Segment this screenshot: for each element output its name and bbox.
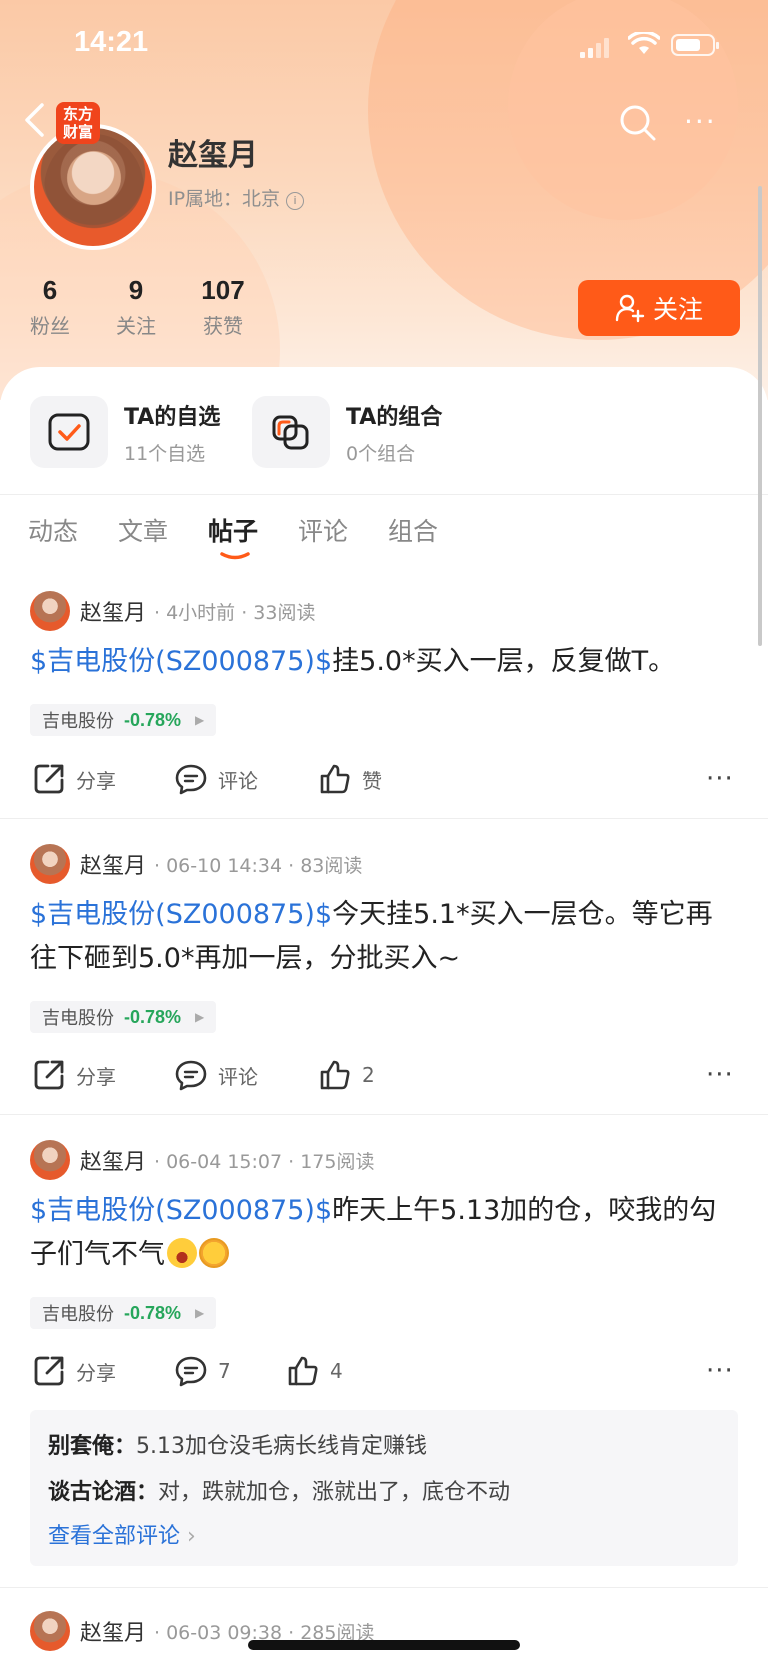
stock-tag[interactable]: 吉电股份 -0.78% ▶: [30, 1297, 217, 1329]
comment-button[interactable]: 评论: [174, 1058, 258, 1092]
view-all-comments-link[interactable]: 查看全部评论 ›: [48, 1516, 720, 1558]
more-options-icon[interactable]: ···: [684, 108, 717, 136]
comment-button[interactable]: 7: [174, 1354, 231, 1388]
smiling-emoji-icon: [199, 1238, 229, 1268]
tab-articles[interactable]: 文章: [118, 512, 168, 548]
share-icon: [34, 1356, 64, 1386]
post-author-avatar[interactable]: [30, 844, 70, 884]
more-options-icon[interactable]: ···: [706, 1060, 734, 1090]
quick-link-subtitle: 0个组合: [346, 442, 416, 465]
comment-line: 谈古论酒：对，跌就加仓，涨就出了，底仓不动: [48, 1480, 511, 1505]
post-author-avatar[interactable]: [30, 591, 70, 631]
battery-icon: [671, 34, 719, 56]
divider: [0, 818, 768, 819]
quick-link-subtitle: 11个自选: [124, 442, 206, 465]
stat-following[interactable]: 9 关注: [112, 275, 160, 339]
thumbs-up-icon: [320, 1060, 350, 1090]
portfolio-icon: [272, 415, 309, 450]
status-time: 14:21: [74, 26, 149, 58]
comment-icon: [175, 1060, 207, 1091]
divider: [0, 494, 768, 495]
share-button[interactable]: 分享: [32, 1354, 116, 1388]
tab-posts[interactable]: 帖子: [208, 512, 258, 548]
post-meta: · 06-04 15:07 · 175阅读: [154, 1150, 375, 1173]
tab-dynamics[interactable]: 动态: [28, 512, 78, 548]
chevron-right-icon: ▶: [195, 1306, 205, 1320]
add-user-icon: [615, 294, 645, 323]
quick-link-portfolio[interactable]: TA的组合 0个组合: [252, 396, 442, 468]
comment-button[interactable]: 评论: [174, 762, 258, 796]
like-button[interactable]: 4: [286, 1354, 343, 1388]
price-change: -0.78%: [124, 1302, 182, 1323]
post-author-name[interactable]: 赵玺月: [80, 595, 146, 627]
home-indicator[interactable]: [248, 1640, 520, 1650]
stock-tag[interactable]: 吉电股份 -0.78% ▶: [30, 704, 217, 736]
stat-fans[interactable]: 6 粉丝: [28, 275, 72, 339]
quick-link-title: TA的自选: [124, 404, 221, 430]
share-button[interactable]: 分享: [32, 762, 116, 796]
more-options-icon[interactable]: ···: [706, 1356, 734, 1386]
post-author-name[interactable]: 赵玺月: [80, 1144, 146, 1176]
chevron-right-icon: ▶: [195, 713, 205, 727]
more-options-icon[interactable]: ···: [706, 764, 734, 794]
post-author-avatar[interactable]: [30, 1611, 70, 1651]
scrollbar[interactable]: [758, 186, 762, 646]
thumbs-up-icon: [288, 1356, 318, 1386]
wifi-icon: [628, 32, 660, 54]
comment-line: 别套俺：5.13加仓没毛病长线肯定赚钱: [48, 1434, 428, 1459]
divider: [0, 1587, 768, 1588]
quick-link-watchlist[interactable]: TA的自选 11个自选: [30, 396, 220, 468]
post-author-avatar[interactable]: [30, 1140, 70, 1180]
back-arrow-icon[interactable]: [22, 102, 48, 138]
stock-link[interactable]: $吉电股份(SZ000875)$: [30, 1195, 332, 1226]
ip-location: IP属地：北京 i: [168, 184, 305, 211]
share-button[interactable]: 分享: [32, 1058, 116, 1092]
post-meta: · 4小时前 · 33阅读: [154, 601, 316, 624]
comment-preview[interactable]: 别套俺：5.13加仓没毛病长线肯定赚钱 谈古论酒：对，跌就加仓，涨就出了，底仓不…: [30, 1410, 738, 1566]
laughing-emoji-icon: [167, 1238, 197, 1268]
watchlist-check-icon: [48, 413, 90, 451]
stock-link[interactable]: $吉电股份(SZ000875)$: [30, 899, 332, 930]
quick-link-title: TA的组合: [346, 404, 443, 430]
post-meta: · 06-10 14:34 · 83阅读: [154, 854, 363, 877]
post-content[interactable]: $吉电股份(SZ000875)$今天挂5.1*买入一层仓。等它再往下砸到5.0*…: [30, 893, 730, 981]
signal-icon: [580, 38, 609, 58]
stock-link[interactable]: $吉电股份(SZ000875)$: [30, 646, 332, 677]
divider: [0, 1114, 768, 1115]
active-tab-indicator: [220, 552, 250, 560]
info-icon[interactable]: i: [286, 192, 305, 210]
profile-name: 赵玺月: [168, 138, 258, 173]
post-author-name[interactable]: 赵玺月: [80, 1615, 146, 1647]
stock-tag[interactable]: 吉电股份 -0.78% ▶: [30, 1001, 217, 1033]
like-button[interactable]: 2: [318, 1058, 375, 1092]
tab-comments[interactable]: 评论: [298, 512, 348, 548]
stat-likes: 107 获赞: [201, 275, 245, 338]
post-content[interactable]: $吉电股份(SZ000875)$昨天上午5.13加的仓，咬我的勾子们气不气: [30, 1189, 730, 1277]
post-content[interactable]: $吉电股份(SZ000875)$挂5.0*买入一层，反复做T。: [30, 640, 730, 684]
share-icon: [34, 1060, 64, 1090]
chevron-right-icon: ▶: [195, 1010, 205, 1024]
app-logo-badge: 东方 财富: [56, 102, 100, 144]
tab-bar: 动态 文章 帖子 评论 组合: [0, 512, 768, 560]
comment-icon: [175, 1356, 207, 1387]
share-icon: [34, 764, 64, 794]
tab-portfolios[interactable]: 组合: [388, 512, 438, 548]
follow-button[interactable]: 关注: [578, 280, 740, 336]
price-change: -0.78%: [124, 1006, 182, 1027]
search-icon[interactable]: [618, 103, 658, 143]
price-change: -0.78%: [124, 709, 182, 730]
status-bar: 14:21: [0, 0, 768, 88]
comment-icon: [175, 764, 207, 795]
thumbs-up-icon: [320, 764, 350, 794]
post-author-name[interactable]: 赵玺月: [80, 848, 146, 880]
like-button[interactable]: 赞: [318, 762, 382, 796]
